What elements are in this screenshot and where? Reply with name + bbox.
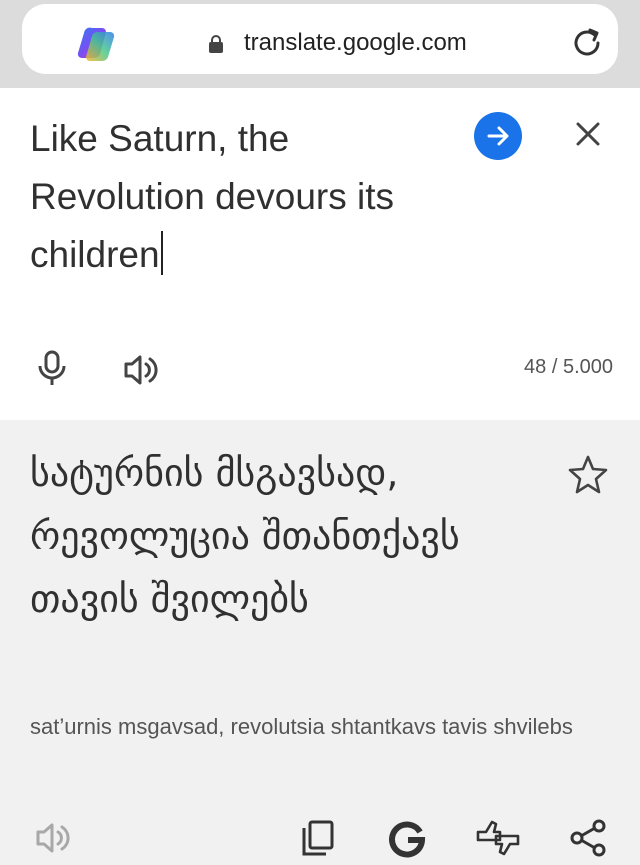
transliteration-text: sat’urnis msgavsad, revolutsia shtantkav… <box>30 714 573 739</box>
browser-toolbar: translate.google.com <box>0 0 640 88</box>
translate-go-button[interactable] <box>474 112 522 160</box>
lock-icon <box>209 35 223 53</box>
google-search-icon[interactable] <box>386 818 428 858</box>
speaker-icon[interactable] <box>122 352 160 388</box>
source-text-input[interactable]: Like Saturn, the Revolution devours its … <box>30 110 450 284</box>
speaker-icon[interactable] <box>34 820 72 856</box>
address-bar[interactable]: translate.google.com <box>22 4 618 74</box>
share-icon[interactable] <box>568 818 608 858</box>
microphone-icon[interactable] <box>36 350 68 388</box>
character-count: 48 / 5.000 <box>524 356 613 378</box>
source-text: Like Saturn, the Revolution devours its … <box>30 118 395 275</box>
arrow-right-icon <box>487 126 509 146</box>
feedback-icon[interactable] <box>474 818 522 858</box>
translation-text: სატურნის მსგავსად, რევოლუცია შთანთქავს თ… <box>30 451 460 621</box>
text-caret <box>160 231 163 275</box>
star-icon[interactable] <box>568 454 608 494</box>
copilot-icon[interactable] <box>76 24 118 62</box>
close-icon[interactable] <box>570 116 606 152</box>
copy-icon[interactable] <box>300 818 336 858</box>
reload-icon[interactable] <box>568 24 606 62</box>
source-input-panel[interactable]: Like Saturn, the Revolution devours its … <box>0 88 640 420</box>
url-text[interactable]: translate.google.com <box>244 26 467 60</box>
translation-output-panel: სატურნის მსგავსად, რევოლუცია შთანთქავს თ… <box>0 420 640 865</box>
